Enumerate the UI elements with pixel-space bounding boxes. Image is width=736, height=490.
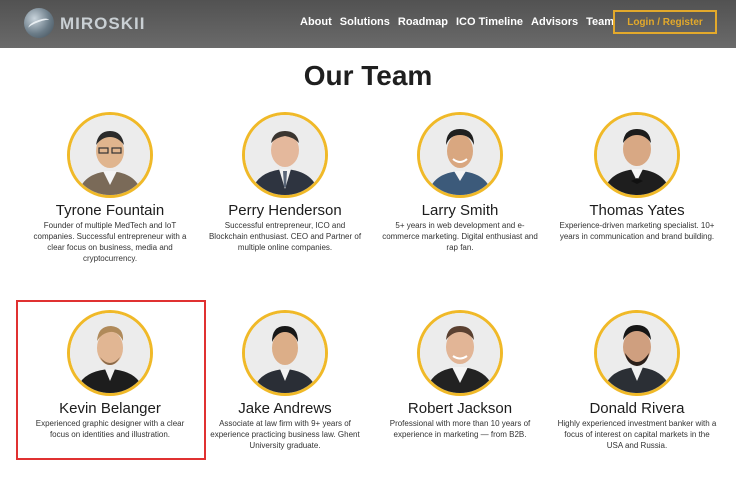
member-photo	[242, 310, 328, 396]
member-bio: Highly experienced investment banker wit…	[557, 419, 717, 450]
member-photo	[67, 112, 153, 198]
member-photo	[417, 112, 503, 198]
member-name: Larry Smith	[421, 202, 499, 219]
team-member-card: Perry Henderson Successful entrepreneur,…	[197, 112, 373, 253]
member-photo	[417, 310, 503, 396]
team-member-card: Jake Andrews Associate at law firm with …	[197, 310, 373, 451]
member-photo	[594, 112, 680, 198]
member-name: Thomas Yates	[589, 202, 685, 219]
logo-text[interactable]: MIROSKII	[60, 14, 145, 34]
member-bio: 5+ years in web development and e-commer…	[382, 221, 538, 252]
nav-ico-timeline[interactable]: ICO Timeline	[456, 16, 523, 28]
selected-member-highlight	[16, 300, 206, 460]
member-name: Tyrone Fountain	[55, 202, 165, 219]
team-member-card: Tyrone Fountain Founder of multiple MedT…	[22, 112, 198, 264]
nav-advisors[interactable]: Advisors	[531, 16, 578, 28]
member-name: Donald Rivera	[589, 400, 685, 417]
team-member-card: Donald Rivera Highly experienced investm…	[549, 310, 725, 451]
member-bio: Associate at law firm with 9+ years of e…	[210, 419, 360, 450]
nav-about[interactable]: About	[300, 16, 332, 28]
member-name: Jake Andrews	[238, 400, 332, 417]
nav-solutions[interactable]: Solutions	[340, 16, 390, 28]
team-member-card: Robert Jackson Professional with more th…	[372, 310, 548, 440]
member-bio: Professional with more than 10 years of …	[389, 419, 531, 439]
site-header: MIROSKII About Solutions Roadmap ICO Tim…	[0, 0, 736, 48]
member-bio: Successful entrepreneur, ICO and Blockch…	[208, 221, 362, 252]
team-member-card: Larry Smith 5+ years in web development …	[372, 112, 548, 253]
nav-team[interactable]: Team	[586, 16, 614, 28]
login-register-button[interactable]: Login / Register	[613, 10, 717, 34]
member-bio: Experience-driven marketing specialist. …	[559, 221, 715, 241]
team-member-card: Thomas Yates Experience-driven marketing…	[549, 112, 725, 242]
nav-roadmap[interactable]: Roadmap	[398, 16, 448, 28]
member-photo	[242, 112, 328, 198]
member-name: Perry Henderson	[228, 202, 342, 219]
member-photo	[594, 310, 680, 396]
main-nav: About Solutions Roadmap ICO Timeline Adv…	[300, 16, 622, 28]
logo-icon[interactable]	[24, 8, 54, 38]
page-title: Our Team	[303, 60, 433, 91]
member-name: Robert Jackson	[407, 400, 513, 417]
member-bio: Founder of multiple MedTech and IoT comp…	[33, 221, 187, 263]
